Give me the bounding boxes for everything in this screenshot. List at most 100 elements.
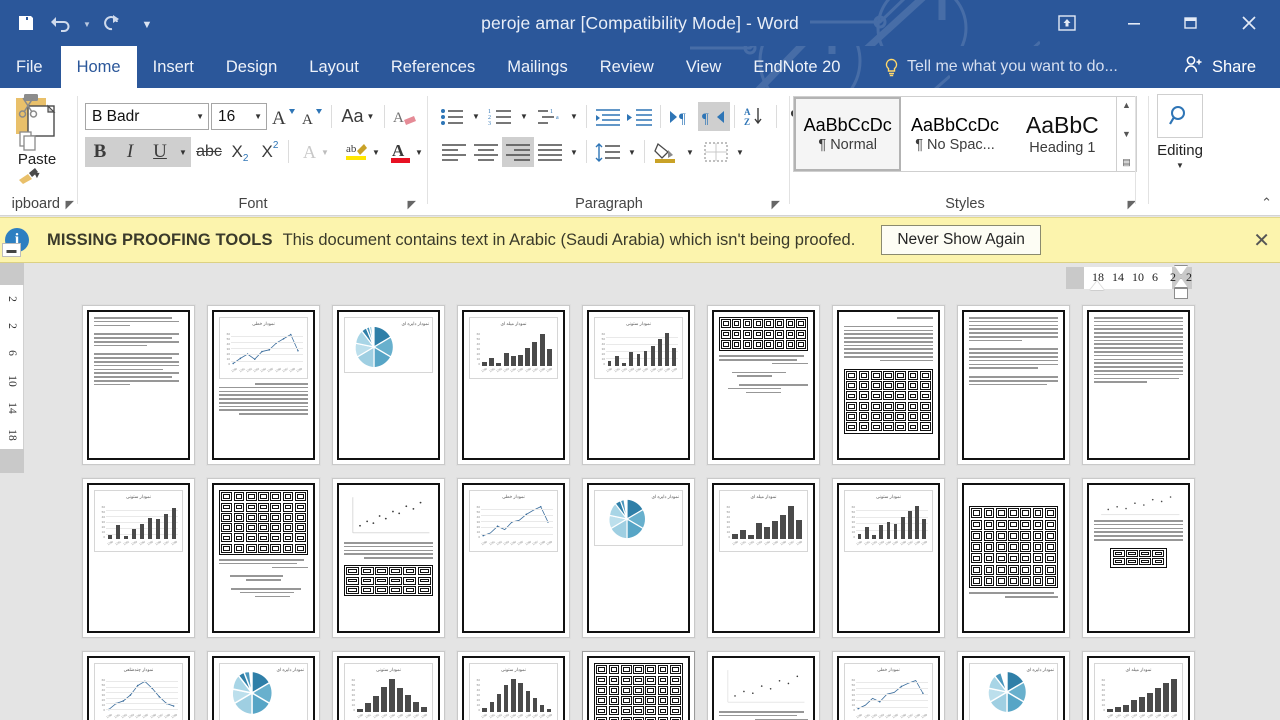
close-icon[interactable]: ✕ [1253,228,1270,253]
tab-references[interactable]: References [375,46,491,88]
style-item-normal[interactable]: AaBbCcDc ¶ Normal [794,97,902,171]
tab-mailings[interactable]: Mailings [491,46,584,88]
decrease-indent-icon[interactable] [592,102,624,131]
chevron-down-icon[interactable]: ▼ [254,112,262,121]
save-icon[interactable] [8,6,44,40]
paragraph-dialog-launcher[interactable]: ◤ [772,198,780,211]
page-thumbnail[interactable]: نمودار دایره ای [582,478,695,638]
styles-scroll-up-icon[interactable]: ▲ [1122,100,1131,110]
style-item-no-spacing[interactable]: AaBbCcDc ¶ No Spac... [901,97,1008,171]
page-thumbnail[interactable]: نمودار چندضلعی 60 50 40 30 20 10 0 1390 1391 139… [82,651,195,720]
subscript-icon[interactable]: X2 [225,137,255,167]
close-button[interactable] [1218,0,1280,46]
undo-icon[interactable] [44,6,80,40]
cut-icon[interactable] [8,90,48,124]
page-thumbnail[interactable]: نمودار خطی 60 50 40 30 20 10 0 1390 1391 1392 139… [207,305,320,465]
borders-icon[interactable] [700,137,732,167]
page-thumbnail[interactable]: نمودار خطی 60 50 40 30 20 10 0 1390 1391 1392 139… [832,651,945,720]
document-area[interactable]: ▬ 2 2 6 10 14 18 18 14 10 6 2 2 نمودار خ… [0,243,1280,720]
style-item-heading1[interactable]: AaBbC Heading 1 [1009,97,1116,171]
italic-button[interactable]: I [115,137,145,167]
styles-scroll-controls[interactable]: ▲ ▼ ▤ [1117,96,1137,172]
share-button[interactable]: Share [1174,46,1266,88]
tab-design[interactable]: Design [210,46,293,88]
multilevel-list-icon[interactable]: 1a [534,102,566,131]
page-thumbnail[interactable]: نمودار میله ای 60 50 40 30 20 10 0 1390 1391 139… [707,478,820,638]
ribbon-display-options-icon[interactable] [1042,0,1092,46]
page-thumbnail[interactable] [332,478,445,638]
restore-button[interactable] [1162,0,1218,46]
rtl-text-direction-icon[interactable]: ¶ [698,102,730,131]
clipboard-dialog-launcher[interactable]: ◤ [66,198,74,211]
tab-layout[interactable]: Layout [293,46,375,88]
change-case-icon[interactable]: Aa ▼ [336,102,380,131]
line-spacing-icon[interactable] [592,137,624,167]
shading-icon[interactable] [650,137,682,167]
styles-gallery[interactable]: AaBbCcDc ¶ Normal AaBbCcDc ¶ No Spac... … [793,96,1117,172]
page-thumbnail[interactable] [82,305,195,465]
multilevel-dropdown-caret[interactable]: ▼ [566,102,582,131]
numbering-dropdown-caret[interactable]: ▼ [516,102,532,131]
page-thumbnail[interactable]: نمودار ستونی 60 50 40 30 20 10 0 1390 1391 1392 1… [82,478,195,638]
clear-formatting-icon[interactable]: A [390,102,420,131]
text-highlight-icon[interactable]: ab ▼ [340,137,384,167]
horizontal-ruler[interactable]: 18 14 10 6 2 2 [1066,265,1192,299]
ltr-text-direction-icon[interactable]: ¶ [666,102,698,131]
quick-access-toolbar[interactable]: ▼ ▼ [8,6,164,40]
font-dialog-launcher[interactable]: ◤ [408,198,416,211]
tell-me-search[interactable]: Tell me what you want to do... [884,46,1118,88]
borders-dropdown-caret[interactable]: ▼ [732,137,748,167]
justify-dropdown-caret[interactable]: ▼ [566,137,582,167]
increase-indent-icon[interactable] [624,102,656,131]
customize-quick-access-icon[interactable]: ▼ [130,6,164,40]
editing-button[interactable]: Editing ▼ [1156,94,1204,170]
page-thumbnail[interactable]: نمودار دایره ای [957,651,1070,720]
copy-icon[interactable] [8,124,48,158]
ribbon-tabs[interactable]: File Home Insert Design Layout Reference… [0,46,856,88]
styles-more-icon[interactable]: ▤ [1122,157,1131,168]
page-thumbnail[interactable] [832,305,945,465]
chevron-down-icon[interactable]: ▼ [196,112,204,121]
minimize-button[interactable] [1106,0,1162,46]
collapse-ribbon-icon[interactable]: ⌃ [1261,195,1272,211]
page-thumbnail[interactable]: نمودار دایره ای [207,651,320,720]
format-painter-icon[interactable] [8,158,48,192]
align-left-icon[interactable] [438,137,470,167]
bold-button[interactable]: B [85,137,115,167]
page-thumbnail-grid[interactable]: نمودار خطی 60 50 40 30 20 10 0 1390 1391 1392 139… [82,305,1202,720]
tab-file[interactable]: File [0,46,61,88]
superscript-icon[interactable]: X2 [255,137,285,167]
line-spacing-dropdown-caret[interactable]: ▼ [624,137,640,167]
redo-icon[interactable] [94,6,130,40]
bullets-dropdown-caret[interactable]: ▼ [468,102,484,131]
shrink-font-icon[interactable]: A [300,102,328,131]
left-indent-marker[interactable] [1174,288,1188,299]
font-size-combo[interactable]: 16 ▼ [211,103,267,130]
font-name-combo[interactable]: B Badr ▼ [85,103,209,130]
underline-button[interactable]: U [145,137,175,167]
bullets-icon[interactable] [438,102,468,131]
align-center-icon[interactable] [470,137,502,167]
undo-dropdown-caret[interactable]: ▼ [80,6,94,40]
ruler-top-handle[interactable]: ▬ [2,243,21,257]
page-thumbnail[interactable]: نمودار ستونی 60 50 40 30 20 10 0 1390 1391 1392 1… [457,651,570,720]
editing-dropdown-caret[interactable]: ▼ [1176,161,1184,170]
page-thumbnail[interactable]: نمودار میله ای 60 50 40 30 20 10 0 1390 1391 139… [457,305,570,465]
page-thumbnail[interactable]: نمودار ستونی 60 50 40 30 20 10 0 1390 1391 1392 1… [332,651,445,720]
grow-font-icon[interactable]: A [270,102,300,131]
page-thumbnail[interactable]: نمودار خطی 60 50 40 30 20 10 0 1390 1391 1392 139… [457,478,570,638]
tab-endnote[interactable]: EndNote 20 [737,46,856,88]
tab-review[interactable]: Review [584,46,670,88]
right-indent-marker[interactable] [1090,281,1104,290]
page-thumbnail[interactable]: نمودار ستونی 60 50 40 30 20 10 0 1390 1391 1392 1… [832,478,945,638]
page-thumbnail[interactable] [957,478,1070,638]
page-thumbnail[interactable] [1082,478,1195,638]
align-right-icon[interactable] [502,137,534,167]
strikethrough-icon[interactable]: abc [193,137,225,167]
numbering-icon[interactable]: 123 [486,102,516,131]
justify-icon[interactable] [534,137,566,167]
page-thumbnail[interactable] [1082,305,1195,465]
search-icon[interactable] [1157,94,1203,138]
tab-view[interactable]: View [670,46,737,88]
page-thumbnail[interactable] [582,651,695,720]
